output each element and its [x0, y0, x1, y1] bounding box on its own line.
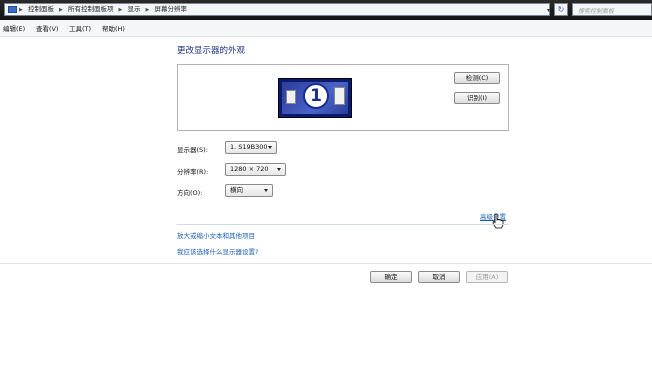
breadcrumb: ▶ 控制面板 ▶ 所有控制面板项 ▶ 显示 ▶ 屏幕分辨率 — [19, 4, 190, 15]
address-dropdown-icon[interactable]: ▾ — [547, 7, 550, 14]
chevron-right-icon: ▶ — [118, 7, 123, 13]
monitor-screen: 1 — [282, 82, 348, 114]
section-divider — [177, 224, 509, 225]
breadcrumb-display[interactable]: 显示 — [127, 5, 140, 13]
orientation-select-value: 横向 — [230, 186, 243, 194]
page-title: 更改显示器的外观 — [177, 46, 246, 56]
dropdown-arrow-icon — [268, 146, 272, 149]
control-panel-icon — [8, 6, 17, 13]
monitor-preview-panel: 1 检测(C) 识别(I) — [177, 64, 509, 131]
breadcrumb-screen-resolution[interactable]: 屏幕分辨率 — [154, 5, 187, 13]
detect-button[interactable]: 检测(C) — [454, 72, 500, 84]
window-thumbnail — [286, 90, 296, 104]
resolution-select[interactable]: 1280 × 720 — [225, 163, 286, 176]
menu-edit[interactable]: 编辑(E) — [3, 23, 25, 33]
display-select-value: 1. S19B300 — [230, 143, 268, 151]
display-label: 显示器(S): — [177, 146, 208, 154]
cancel-button[interactable]: 取消 — [418, 271, 460, 283]
display-select[interactable]: 1. S19B300 — [225, 141, 277, 154]
menu-view[interactable]: 查看(V) — [36, 23, 59, 33]
chevron-right-icon: ▶ — [59, 7, 63, 13]
orientation-select[interactable]: 横向 — [225, 184, 273, 197]
menu-bar: 编辑(E) 查看(V) 工具(T) 帮助(H) — [0, 20, 652, 37]
refresh-button[interactable]: ↻ — [554, 3, 568, 16]
chevron-right-icon: ▶ — [19, 7, 23, 13]
monitor-icon[interactable]: 1 — [278, 78, 352, 118]
monitor-number-badge: 1 — [303, 83, 329, 109]
menu-tools[interactable]: 工具(T) — [69, 23, 91, 33]
address-bar[interactable]: ▶ 控制面板 ▶ 所有控制面板项 ▶ 显示 ▶ 屏幕分辨率 ▾ — [4, 3, 550, 16]
breadcrumb-control-panel[interactable]: 控制面板 — [28, 5, 54, 13]
ok-button[interactable]: 确定 — [370, 271, 412, 283]
breadcrumb-all-items[interactable]: 所有控制面板项 — [68, 5, 114, 13]
search-input[interactable]: 搜索控制面板 — [572, 3, 652, 16]
apply-button[interactable]: 应用(A) — [466, 271, 508, 283]
resolution-label: 分辨率(R): — [177, 168, 209, 176]
identify-button[interactable]: 识别(I) — [454, 92, 500, 104]
hand-cursor-icon — [492, 213, 504, 229]
menu-help[interactable]: 帮助(H) — [102, 23, 125, 33]
dropdown-arrow-icon — [264, 189, 268, 192]
window-thumbnail — [334, 87, 345, 105]
chevron-right-icon: ▶ — [145, 7, 150, 13]
text-size-link[interactable]: 放大或缩小文本和其他项目 — [177, 230, 255, 240]
address-bar-area: ▶ 控制面板 ▶ 所有控制面板项 ▶ 显示 ▶ 屏幕分辨率 ▾ ↻ 搜索控制面板 — [0, 0, 652, 20]
orientation-label: 方向(O): — [177, 189, 203, 197]
resolution-select-value: 1280 × 720 — [230, 165, 269, 173]
footer-divider — [0, 263, 652, 264]
dropdown-arrow-icon — [277, 168, 281, 171]
display-settings-help-link[interactable]: 我应该选择什么显示器设置? — [177, 246, 258, 256]
